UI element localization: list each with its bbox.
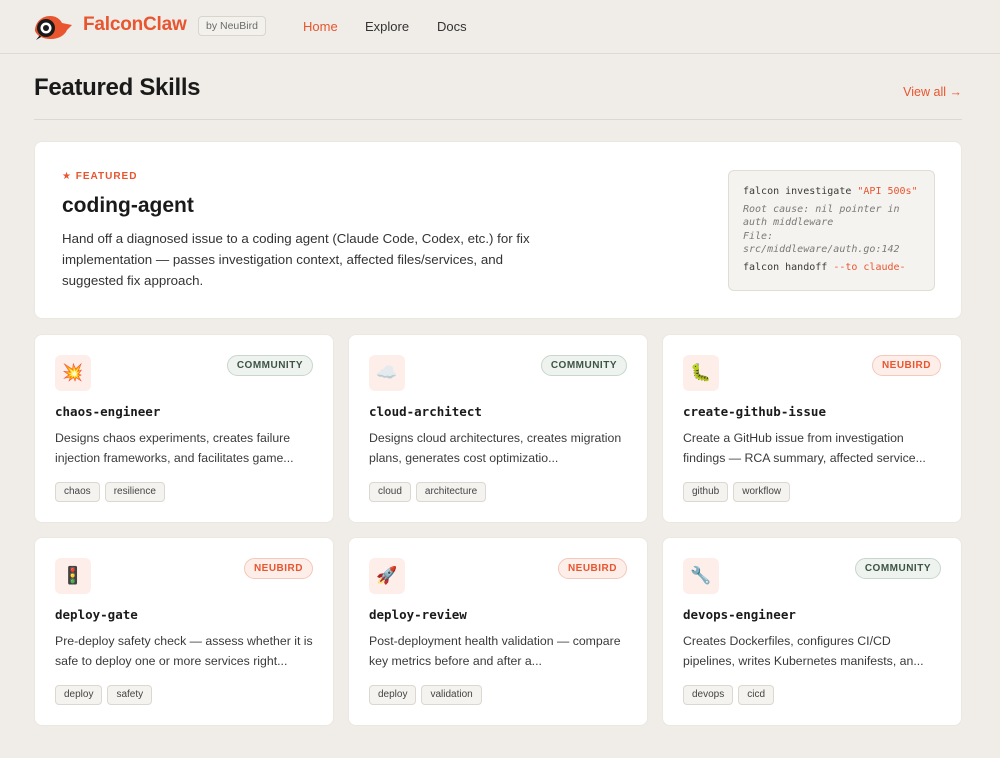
falconclaw-logo-icon[interactable] xyxy=(32,13,74,41)
tag-chip[interactable]: devops xyxy=(683,685,734,705)
tag-chip[interactable]: workflow xyxy=(733,482,791,502)
skill-tags: github workflow xyxy=(683,482,791,502)
skill-tags: chaos resilience xyxy=(55,482,165,502)
tag-chip[interactable]: safety xyxy=(107,685,153,705)
skill-card-chaos-engineer[interactable]: 💥 COMMUNITY chaos-engineer Designs chaos… xyxy=(34,334,334,523)
skill-name: chaos-engineer xyxy=(55,404,161,419)
skill-description-box: Designs cloud architectures, creates mig… xyxy=(369,428,629,468)
skill-description-box: Pre-deploy safety check — assess whether… xyxy=(55,631,315,671)
brand-name[interactable]: FalconClaw xyxy=(83,14,187,36)
terminal-command-2: falcon handoff --to claude- xyxy=(743,261,906,273)
skill-description: Create a GitHub issue from investigation… xyxy=(683,431,926,465)
skill-card-deploy-gate[interactable]: 🚦 NEUBIRD deploy-gate Pre-deploy safety … xyxy=(34,537,334,726)
tag-chip[interactable]: architecture xyxy=(415,482,487,502)
top-navigation-bar: FalconClaw by NeuBird Home Explore Docs xyxy=(0,0,1000,54)
skill-description-box: Post-deployment health validation — comp… xyxy=(369,631,629,671)
skill-card-cloud-architect[interactable]: ☁️ COMMUNITY cloud-architect Designs clo… xyxy=(348,334,648,523)
tag-chip[interactable]: github xyxy=(683,482,729,502)
skill-description: Designs chaos experiments, creates failu… xyxy=(55,431,294,465)
skill-description-box: Creates Dockerfiles, configures CI/CD pi… xyxy=(683,631,943,671)
skill-source-badge: NEUBIRD xyxy=(871,355,941,376)
skill-name: create-github-issue xyxy=(683,404,826,419)
bug-icon: 🐛 xyxy=(683,355,719,391)
terminal-comment-root-cause: Root cause: nil pointer in auth middlewa… xyxy=(743,203,900,229)
nav-home[interactable]: Home xyxy=(303,19,338,34)
nav-explore[interactable]: Explore xyxy=(365,19,409,34)
by-neubird-badge: by NeuBird xyxy=(198,16,266,36)
tag-chip[interactable]: resilience xyxy=(104,482,165,502)
skill-description-box: Create a GitHub issue from investigation… xyxy=(683,428,943,468)
section-title: Featured Skills xyxy=(34,74,201,101)
skill-name: cloud-architect xyxy=(369,404,482,419)
skill-source-badge: COMMUNITY xyxy=(226,355,313,376)
skill-description: Pre-deploy safety check — assess whether… xyxy=(55,634,313,668)
featured-skill-card[interactable]: ★ FEATURED coding-agent Hand off a diagn… xyxy=(34,141,962,319)
skill-source-badge: NEUBIRD xyxy=(243,558,313,579)
skill-name: deploy-gate xyxy=(55,607,138,622)
skill-tags: deploy validation xyxy=(369,685,482,705)
divider xyxy=(34,119,962,120)
skill-description: Post-deployment health validation — comp… xyxy=(369,634,621,668)
rocket-icon: 🚀 xyxy=(369,558,405,594)
nav-docs[interactable]: Docs xyxy=(437,19,467,34)
skill-card-create-github-issue[interactable]: 🐛 NEUBIRD create-github-issue Create a G… xyxy=(662,334,962,523)
tag-chip[interactable]: cloud xyxy=(369,482,411,502)
skill-name: devops-engineer xyxy=(683,607,796,622)
skill-source-badge: NEUBIRD xyxy=(557,558,627,579)
skill-tags: deploy safety xyxy=(55,685,153,705)
skill-description-box: Designs chaos experiments, creates failu… xyxy=(55,428,315,468)
skill-name: deploy-review xyxy=(369,607,467,622)
featured-skill-description: Hand off a diagnosed issue to a coding a… xyxy=(62,231,530,288)
tag-chip[interactable]: cicd xyxy=(738,685,775,705)
tag-chip[interactable]: validation xyxy=(421,685,482,705)
tag-chip[interactable]: deploy xyxy=(55,685,103,705)
skill-tags: cloud architecture xyxy=(369,482,487,502)
tag-chip[interactable]: deploy xyxy=(369,685,417,705)
skill-card-deploy-review[interactable]: 🚀 NEUBIRD deploy-review Post-deployment … xyxy=(348,537,648,726)
view-all-link[interactable]: View all → xyxy=(903,85,962,99)
skill-description: Designs cloud architectures, creates mig… xyxy=(369,431,622,465)
featured-label: ★ FEATURED xyxy=(62,171,138,182)
skill-card-devops-engineer[interactable]: 🔧 COMMUNITY devops-engineer Creates Dock… xyxy=(662,537,962,726)
traffic-light-icon: 🚦 xyxy=(55,558,91,594)
explosion-icon: 💥 xyxy=(55,355,91,391)
terminal-command-1: falcon investigate "API 500s" xyxy=(743,186,918,197)
skill-source-badge: COMMUNITY xyxy=(854,558,941,579)
skill-tags: devops cicd xyxy=(683,685,775,705)
cloud-icon: ☁️ xyxy=(369,355,405,391)
skill-source-badge: COMMUNITY xyxy=(540,355,627,376)
wrench-icon: 🔧 xyxy=(683,558,719,594)
skill-description: Creates Dockerfiles, configures CI/CD pi… xyxy=(683,634,924,668)
featured-skill-name: coding-agent xyxy=(62,194,194,217)
tag-chip[interactable]: chaos xyxy=(55,482,100,502)
terminal-preview: falcon investigate "API 500s" Root cause… xyxy=(728,170,935,291)
terminal-comment-file: File: src/middleware/auth.go:142 xyxy=(743,230,900,256)
